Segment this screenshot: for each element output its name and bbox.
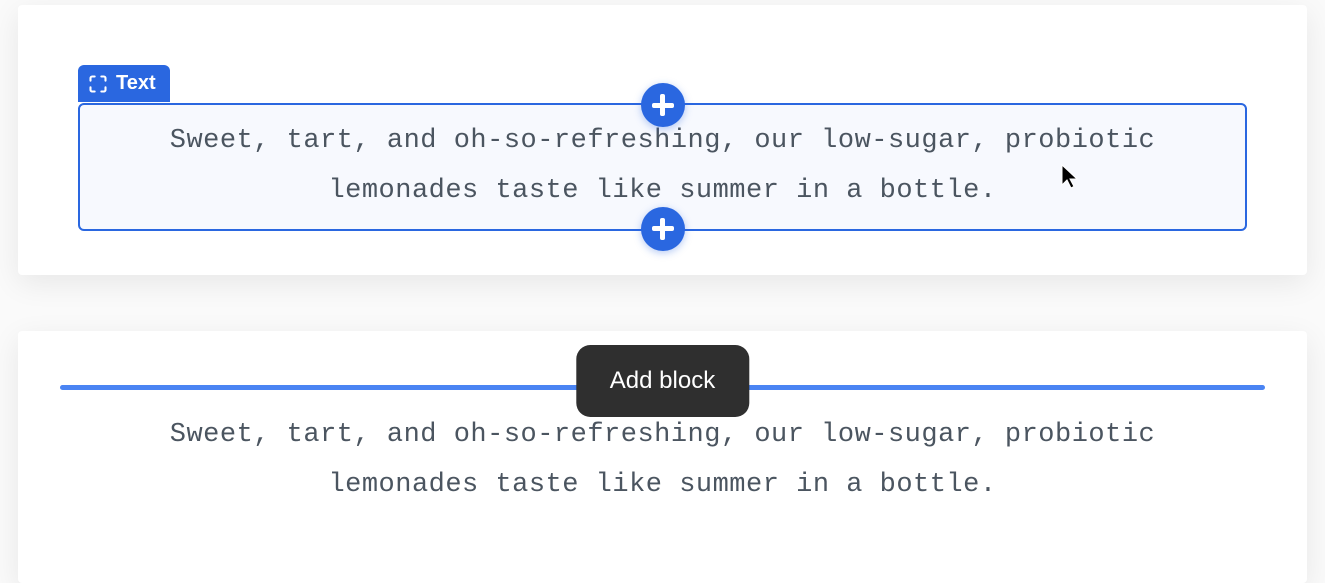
block-type-label: Text bbox=[78, 65, 170, 102]
add-block-above-button[interactable] bbox=[641, 83, 685, 127]
text-block[interactable]: Sweet, tart, and oh-so-refreshing, our l… bbox=[78, 399, 1247, 523]
text-content[interactable]: Sweet, tart, and oh-so-refreshing, our l… bbox=[102, 411, 1223, 511]
text-block-selected[interactable]: Text Sweet, tart, and oh-so-refreshing, … bbox=[78, 103, 1247, 231]
add-block-tooltip[interactable]: Add block bbox=[576, 345, 749, 417]
block-type-text: Text bbox=[116, 72, 156, 95]
add-block-below-button[interactable] bbox=[641, 207, 685, 251]
text-content[interactable]: Sweet, tart, and oh-so-refreshing, our l… bbox=[104, 117, 1221, 217]
editor-card-selected: Text Sweet, tart, and oh-so-refreshing, … bbox=[18, 5, 1307, 275]
focus-frame-icon bbox=[88, 74, 108, 94]
tooltip-label: Add block bbox=[610, 367, 715, 394]
